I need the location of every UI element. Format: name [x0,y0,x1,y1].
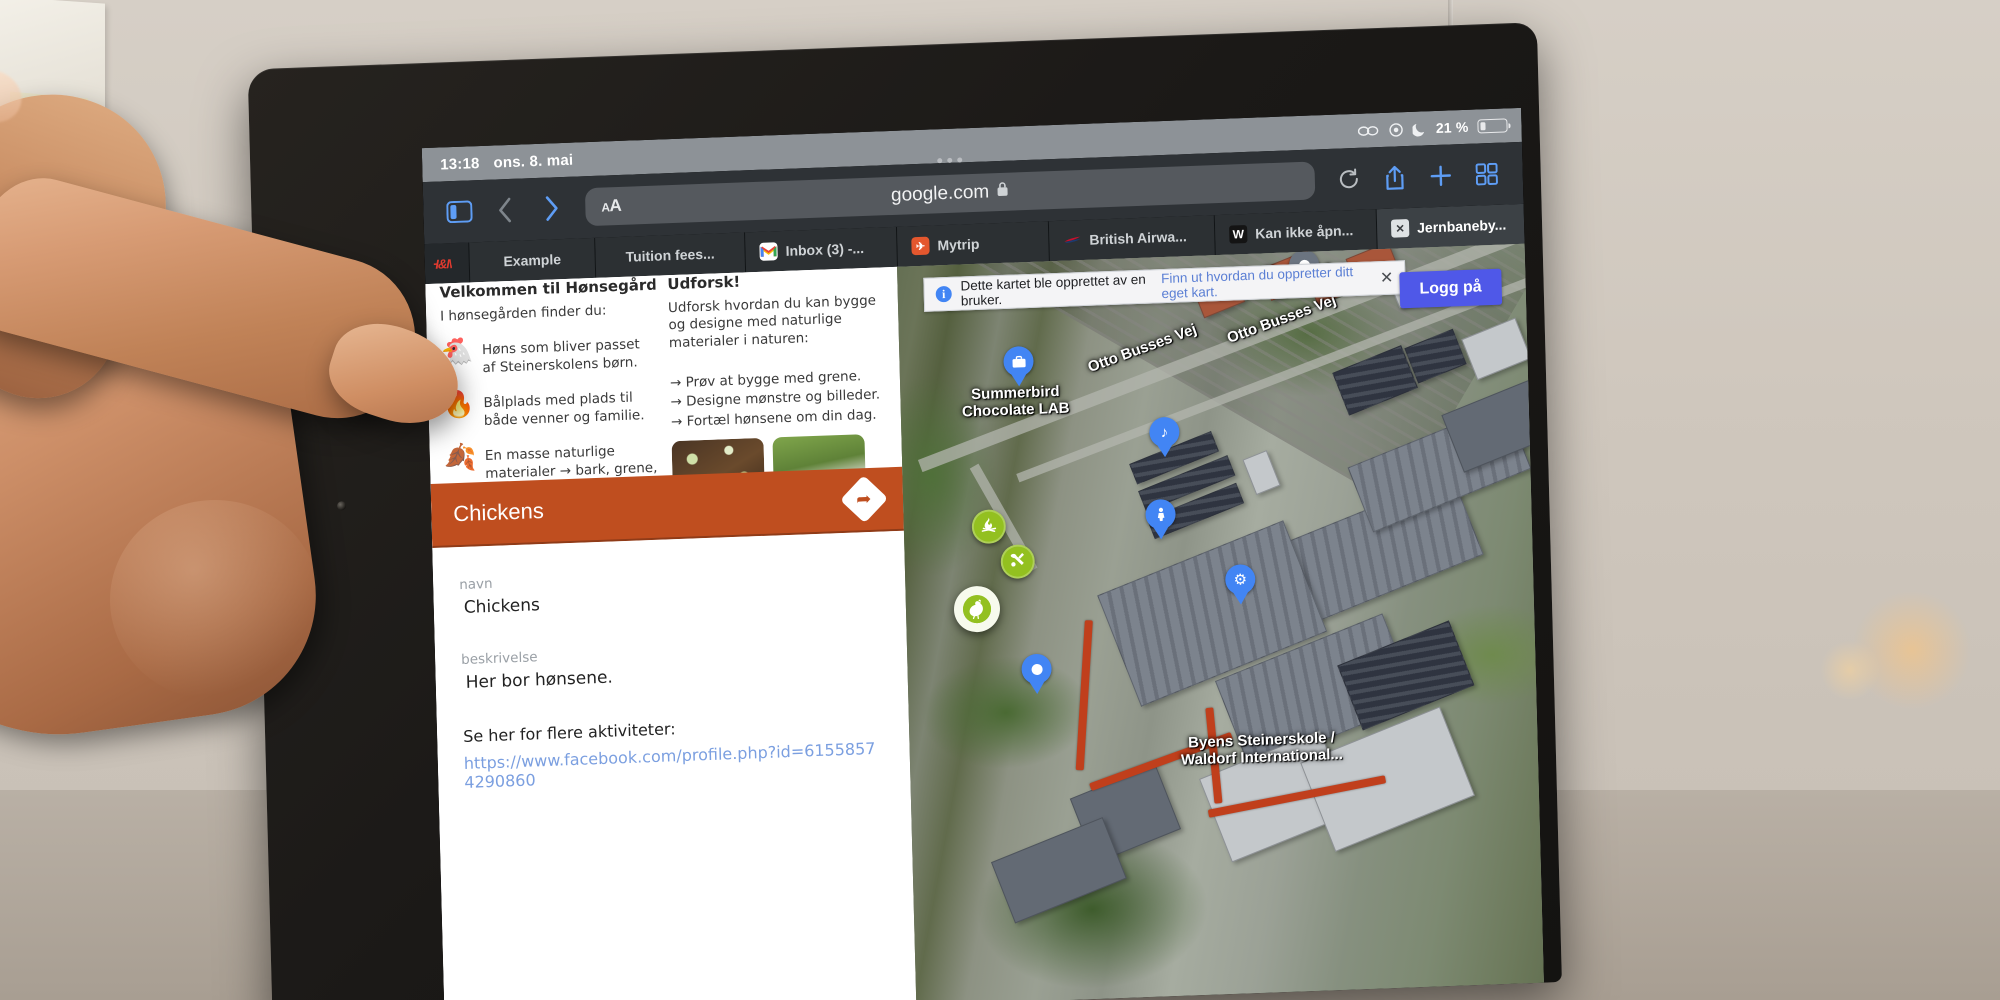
tablet-device: 13:18 ons. 8. mai 21 % AA google.com H&M… [247,22,1562,1000]
background-light-glow-small [1820,640,1880,700]
tab-jernbaneby[interactable]: ✕ Jernbaneby... [1376,203,1525,250]
hm-icon: H&M [433,255,453,272]
feature-title: Chickens [453,497,545,527]
close-icon[interactable]: ✕ [1380,268,1394,288]
status-date: ons. 8. mai [493,151,574,172]
british-airways-icon [1063,231,1081,250]
status-time: 13:18 [439,154,480,173]
url-text: google.com [890,181,990,206]
forward-icon[interactable] [531,188,572,229]
mytrip-icon: ✈ [911,236,930,256]
article-bullet-text: Bålplads med plads til både venner og fa… [483,389,645,429]
music-note-icon: ♪ [1149,416,1180,448]
leaves-icon: 🍂 [443,442,477,475]
article-preview: Velkommen til Hønsegården! I hønsegården… [425,266,903,504]
tab-inbox[interactable]: Inbox (3) -... [745,226,899,273]
article-arrow-list: → Prøv at bygge med grene. → Designe møn… [670,366,887,433]
tab-tuition-fees[interactable]: Tuition fees... [595,232,747,278]
tab-hm[interactable]: H&M [424,242,471,285]
battery-percent: 21 % [1435,118,1469,136]
place-pin-school[interactable] [1021,653,1052,695]
wall-poster-secondary [10,91,88,141]
chicken-icon: 🐔 [440,336,474,368]
article-subheading: Udforsk hvordan du kan bygge og designe … [667,292,877,351]
device-screen: 13:18 ons. 8. mai 21 % AA google.com H&M… [421,107,1544,1000]
campfire-icon: 🔥 [442,389,476,421]
person-pin[interactable] [1145,498,1176,540]
lock-icon [996,181,1010,203]
tab-label: Tuition fees... [625,245,715,265]
briefcase-icon [1003,345,1034,377]
moon-icon [1412,121,1427,137]
tab-label: Jernbaneby... [1416,216,1507,236]
tab-mytrip[interactable]: ✈ Mytrip [896,221,1050,267]
url-text-wrapper: google.com [585,169,1315,218]
dot-icon [1021,653,1052,685]
back-icon[interactable] [485,189,526,230]
banner-text: Dette kartet ble opprettet av en bruker. [960,271,1146,309]
tab-label: Kan ikke åpn... [1255,222,1354,242]
banner-link[interactable]: Finn ut hvordan du oppretter ditt eget k… [1161,263,1372,301]
person-icon [1145,498,1176,530]
sports-pin[interactable]: ⚙ [1224,563,1256,605]
glasses-icon [1358,124,1380,138]
music-pin[interactable]: ♪ [1149,416,1180,458]
article-column-left: Velkommen til Hønsegården! I hønsegården… [439,276,660,484]
campfire-icon [980,515,999,539]
plus-icon[interactable] [1420,155,1461,196]
tab-label: Example [503,251,562,270]
gmail-icon [759,242,778,261]
sign-in-button[interactable]: Logg på [1399,268,1503,309]
x-icon: ✕ [1390,219,1410,238]
page-content: Velkommen til Hønsegården! I hønsegården… [425,243,1544,1000]
tab-example[interactable]: Example [469,237,597,283]
article-column-right: Udforsk! Udforsk hvordan du kan bygge og… [667,267,888,504]
reload-icon[interactable] [1328,158,1369,199]
at-icon [1389,122,1404,138]
article-bullet-text: Høns som bliver passet af Steinerskolens… [481,336,640,376]
tab-kan-ikke-apne[interactable]: W Kan ikke åpn... [1214,209,1378,256]
left-panel: Velkommen til Hønsegården! I hønsegården… [425,266,917,1000]
battery-icon [1477,118,1508,134]
gear-icon: ⚙ [1224,563,1256,595]
tab-label: Mytrip [937,235,980,254]
chicken-icon [962,594,992,624]
article-bullet: 🔥 Bålplads med plads til både venner og … [442,385,659,432]
sidebar-icon[interactable] [439,191,480,232]
wikipedia-w-icon: W [1229,224,1248,244]
map-panel[interactable]: Otto Busses Vej Otto Busses Vej Xaar 3d … [897,243,1544,1000]
feature-link[interactable]: https://www.facebook.com/profile.php?id=… [464,739,885,792]
tab-label: British Airwa... [1089,228,1188,248]
business-pin-summerbird[interactable] [1003,345,1034,387]
tab-british-airways[interactable]: British Airwa... [1048,215,1216,262]
feature-body: navn Chickens beskrivelse Her bor hønsen… [432,530,917,1000]
article-bullet: 🐔 Høns som bliver passet af Steinerskole… [441,332,658,379]
tools-icon [1008,550,1027,574]
tab-label: Inbox (3) -... [785,240,865,259]
tab-grid-icon[interactable] [1466,153,1507,194]
info-icon: i [935,285,952,303]
share-icon[interactable] [1374,157,1415,198]
directions-arrow-icon[interactable]: ➦ [840,475,889,524]
article-subheading: I hønsegården finder du: [439,302,607,325]
